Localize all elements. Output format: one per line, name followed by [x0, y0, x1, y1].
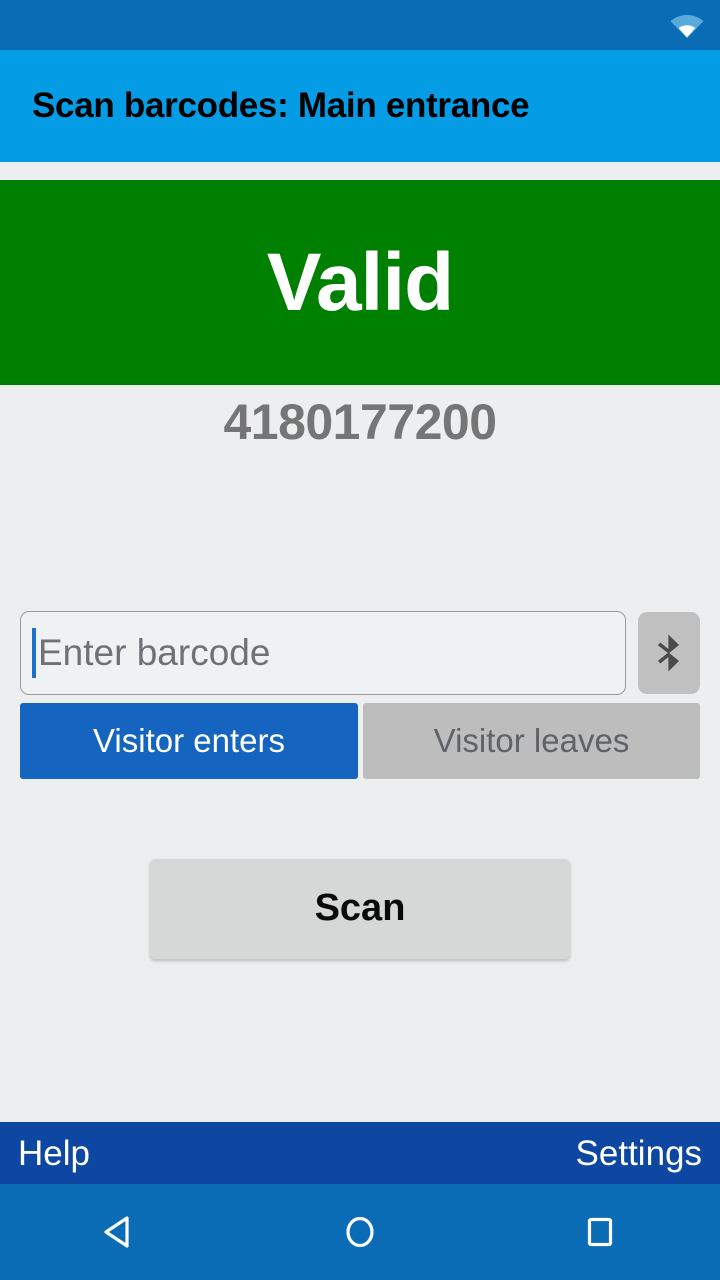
scan-status-text: Valid: [266, 236, 454, 328]
back-triangle-icon: [99, 1211, 141, 1253]
scan-button-row: Scan: [0, 858, 720, 959]
scan-status-banner: Valid: [0, 180, 720, 385]
app-root: Scan barcodes: Main entrance Valid 41801…: [0, 0, 720, 1280]
bottom-action-bar: Help Settings: [0, 1122, 720, 1184]
nav-back-button[interactable]: [0, 1184, 240, 1280]
bluetooth-icon: [654, 633, 684, 673]
recents-square-icon: [579, 1211, 621, 1253]
barcode-input[interactable]: [36, 611, 625, 694]
help-button[interactable]: Help: [18, 1136, 90, 1171]
bluetooth-button[interactable]: [638, 611, 700, 694]
barcode-input-container[interactable]: [20, 610, 626, 695]
wifi-icon: [670, 11, 704, 39]
action-bar: Scan barcodes: Main entrance: [0, 50, 720, 169]
main-content: Valid 4180177200 Visitor enters Visitor …: [0, 162, 720, 1122]
bottom-spacer: [0, 959, 720, 1123]
nav-home-button[interactable]: [240, 1184, 480, 1280]
system-navigation-bar: [0, 1184, 720, 1280]
home-circle-icon: [339, 1211, 381, 1253]
barcode-input-row: [0, 610, 720, 695]
toggle-visitor-leaves[interactable]: Visitor leaves: [363, 702, 700, 779]
nav-recents-button[interactable]: [480, 1184, 720, 1280]
visitor-direction-toggle: Visitor enters Visitor leaves: [0, 702, 720, 779]
toggle-visitor-enters[interactable]: Visitor enters: [20, 702, 358, 779]
page-title: Scan barcodes: Main entrance: [32, 86, 530, 125]
status-bar: [0, 0, 720, 50]
scanned-barcode-value: 4180177200: [223, 394, 497, 450]
settings-button[interactable]: Settings: [576, 1136, 702, 1171]
content-top-gap: [0, 162, 720, 180]
scan-button[interactable]: Scan: [150, 858, 570, 959]
